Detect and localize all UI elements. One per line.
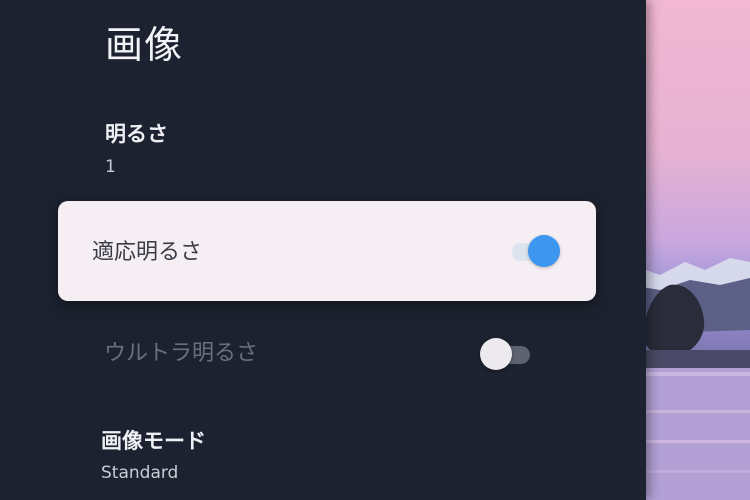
picture-mode-value: Standard xyxy=(101,463,179,483)
ultra-brightness-toggle[interactable] xyxy=(480,337,532,371)
toggle-knob xyxy=(480,338,512,370)
brightness-value: 1 xyxy=(105,157,116,177)
adaptive-brightness-toggle[interactable] xyxy=(506,234,560,268)
adaptive-brightness-label: 適応明るさ xyxy=(92,240,203,265)
picture-mode-label: 画像モード xyxy=(101,429,206,453)
picture-settings-panel: 画像 明るさ 1 適応明るさ ウルトラ明るさ 画像モード Standard xyxy=(0,0,646,500)
ultra-brightness-label: ウルトラ明るさ xyxy=(104,341,259,366)
adaptive-brightness-row[interactable]: 適応明るさ xyxy=(58,201,596,301)
tv-screen: 画像 明るさ 1 適応明るさ ウルトラ明るさ 画像モード Standard xyxy=(0,0,750,500)
brightness-label: 明るさ xyxy=(105,122,168,146)
toggle-knob xyxy=(528,235,560,267)
panel-title: 画像 xyxy=(105,23,184,67)
